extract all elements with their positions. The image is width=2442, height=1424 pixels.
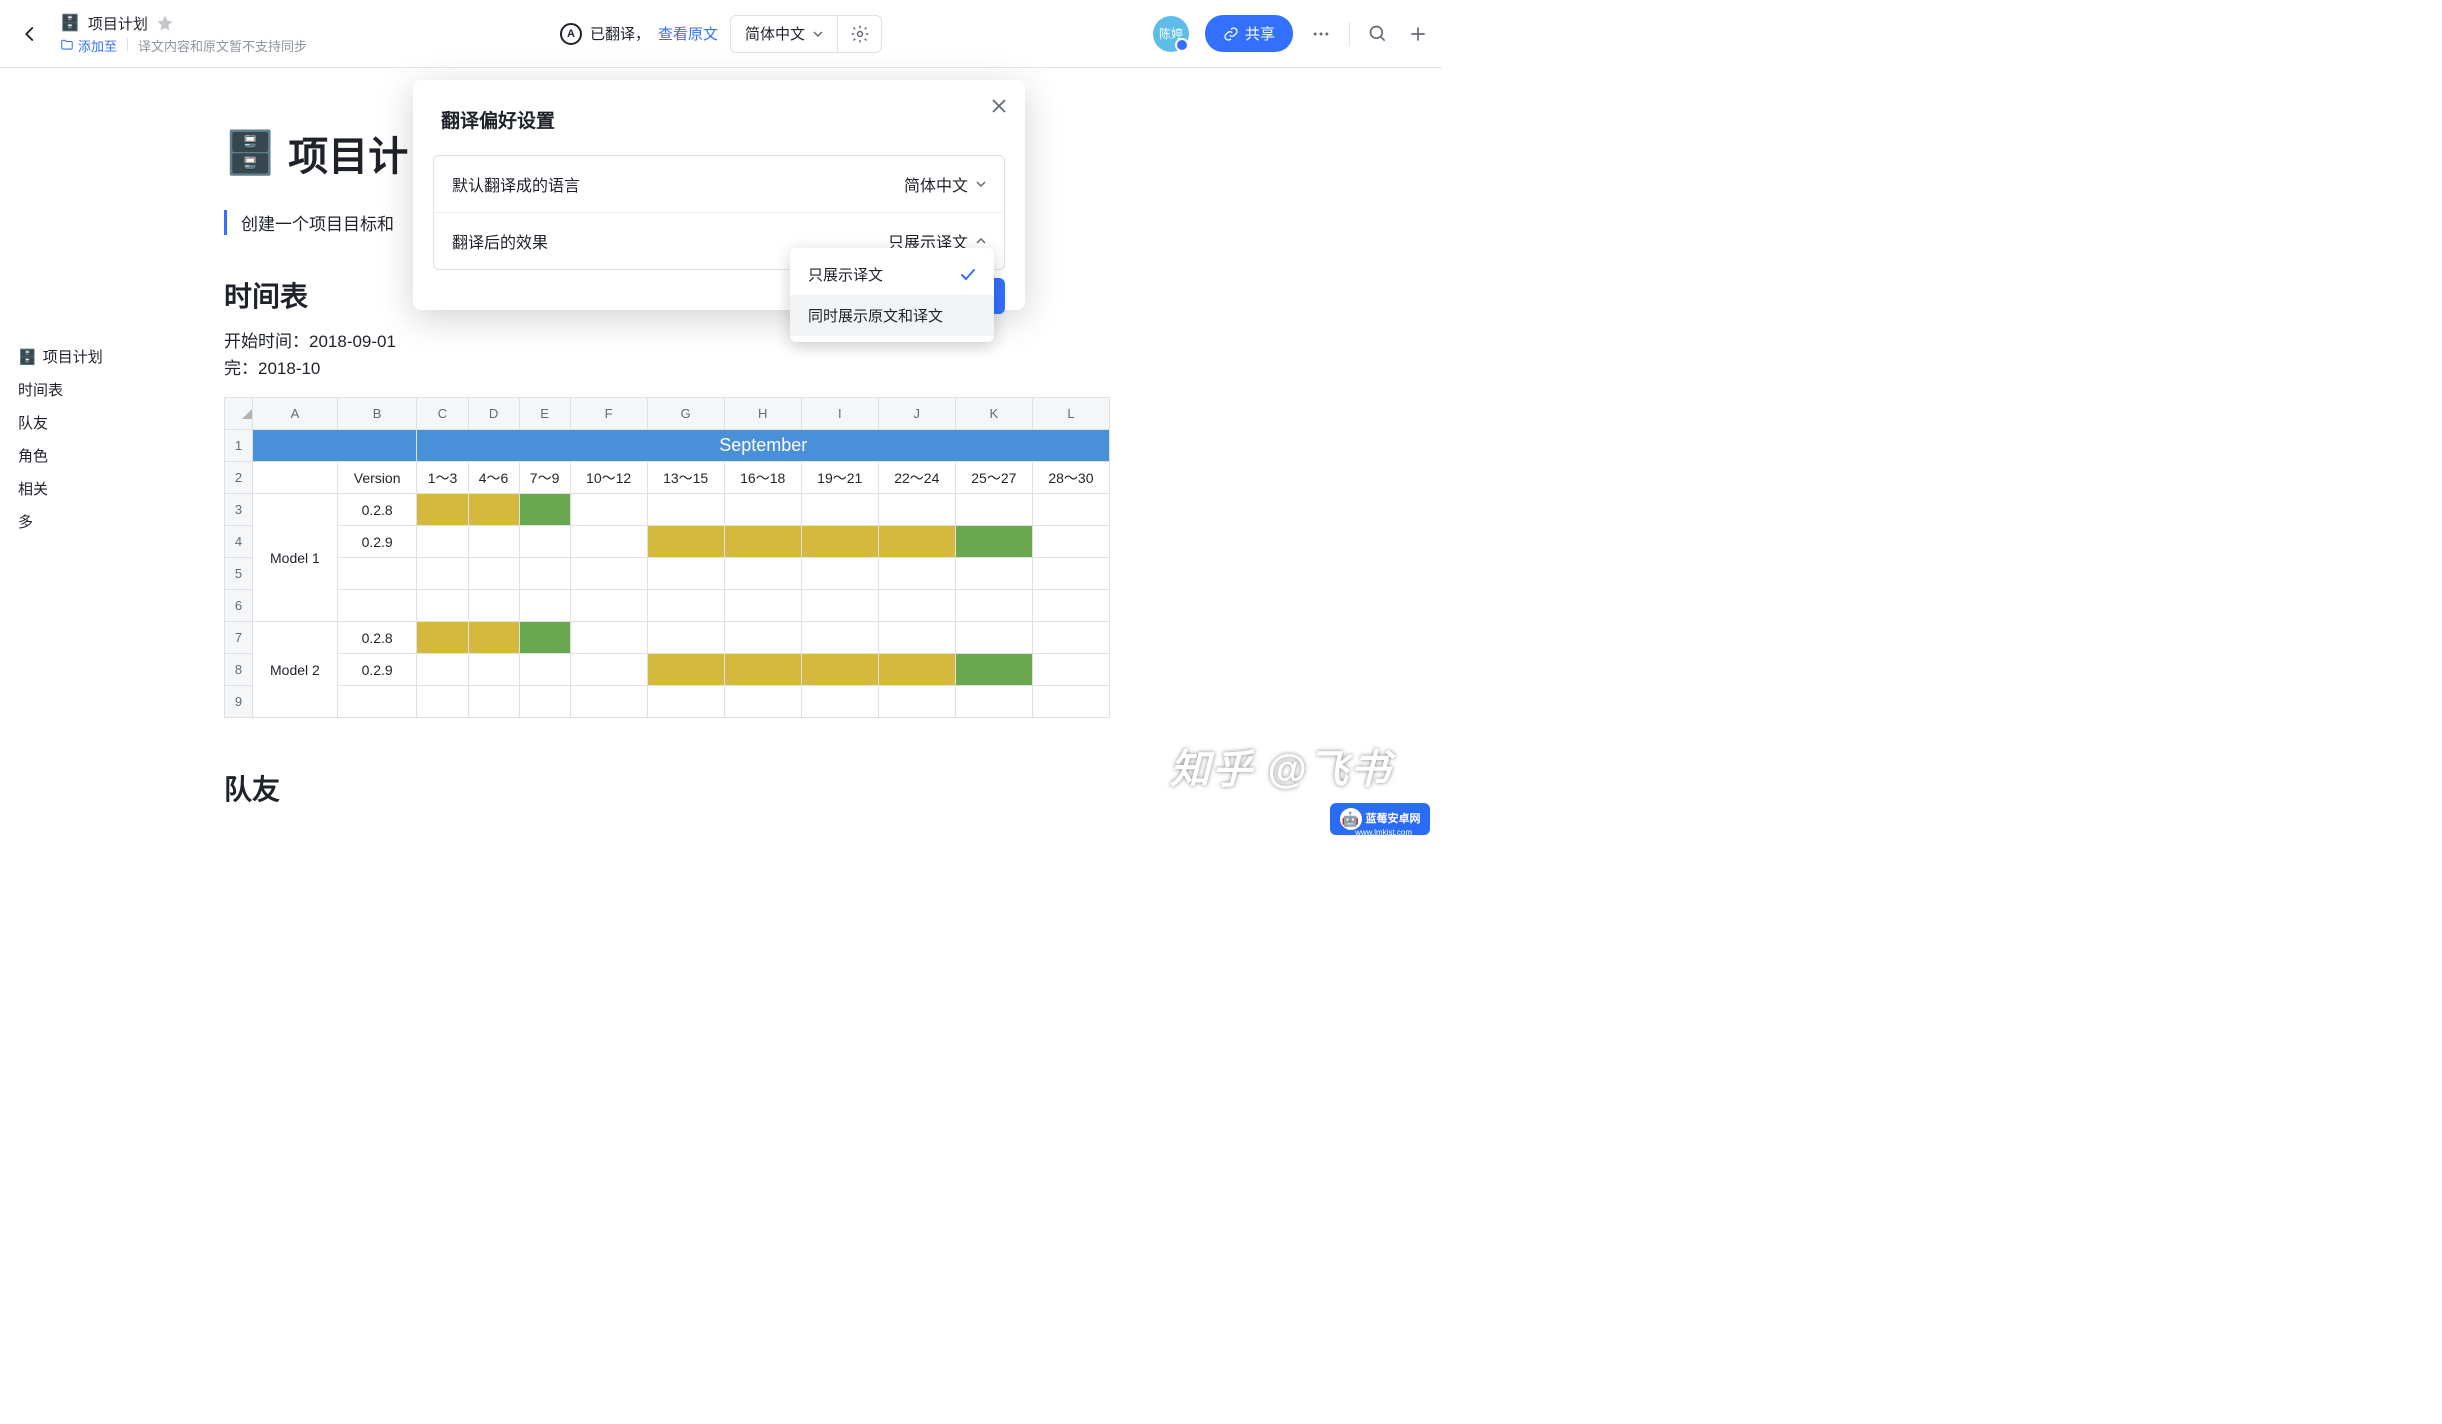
- source-badge: 🤖 蓝莓安卓网 www.lmkjst.com: [1330, 803, 1430, 835]
- translation-preferences-modal: 翻译偏好设置 默认翻译成的语言 简体中文 翻译后的效果 只展示译文 只展示译文: [413, 80, 1025, 310]
- badge-url: www.lmkjst.com: [1355, 828, 1412, 837]
- dropdown-option-translation-only[interactable]: 只展示译文: [790, 254, 994, 295]
- modal-title: 翻译偏好设置: [413, 106, 1025, 133]
- caret-down-icon: [976, 181, 986, 187]
- default-language-row: 默认翻译成的语言 简体中文: [434, 156, 1004, 212]
- caret-up-icon: [976, 238, 986, 244]
- option-label: 同时展示原文和译文: [808, 305, 943, 326]
- dropdown-option-both[interactable]: 同时展示原文和译文: [790, 295, 994, 336]
- watermark-text: 知乎 @飞书: [1170, 737, 1392, 795]
- default-language-value: 简体中文: [904, 172, 968, 196]
- badge-text: 蓝莓安卓网: [1366, 813, 1421, 825]
- option-label: 只展示译文: [808, 264, 883, 285]
- badge-icon: 🤖: [1340, 808, 1362, 830]
- close-icon: [991, 98, 1007, 114]
- effect-label: 翻译后的效果: [452, 229, 548, 253]
- check-icon: [960, 267, 976, 283]
- default-language-select[interactable]: 简体中文: [904, 172, 986, 196]
- close-button[interactable]: [991, 98, 1007, 114]
- effect-dropdown: 只展示译文 同时展示原文和译文: [790, 248, 994, 342]
- default-language-label: 默认翻译成的语言: [452, 172, 580, 196]
